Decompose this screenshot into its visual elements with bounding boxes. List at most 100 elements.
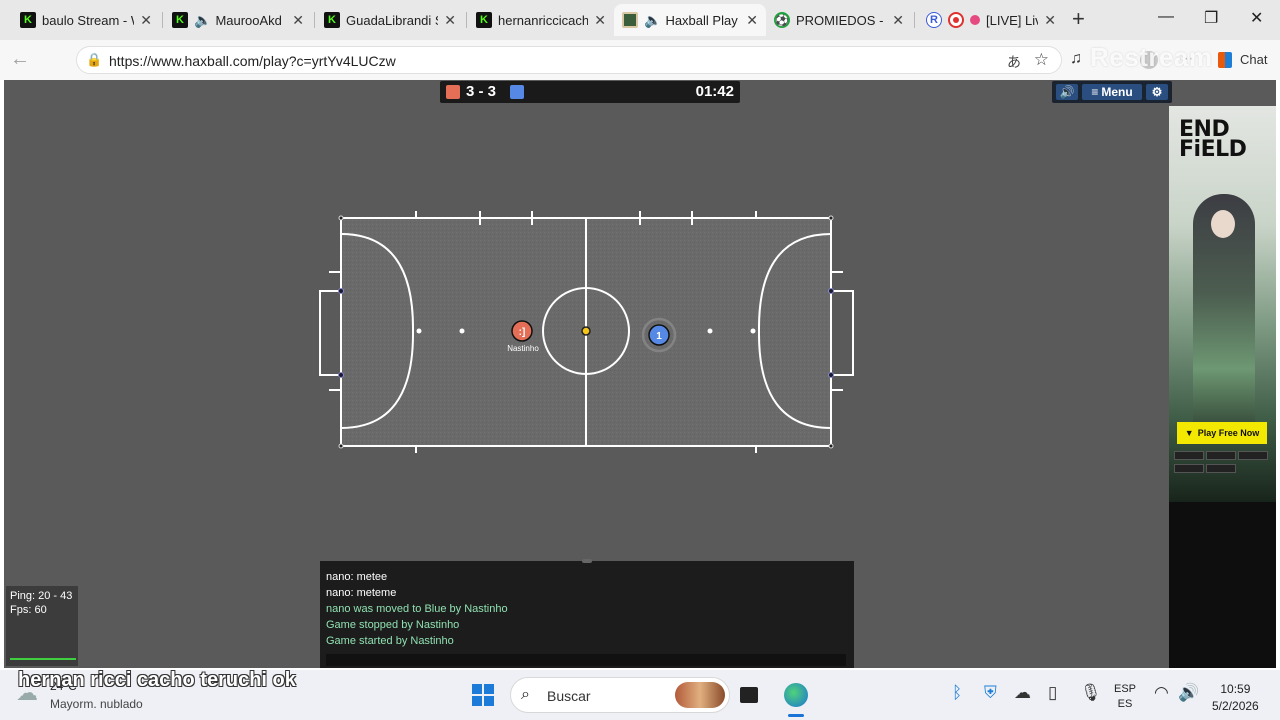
chat-system-message: Game stopped by Nastinho — [326, 619, 460, 631]
media-control-icon[interactable]: ♫ — [1070, 50, 1082, 68]
system-clock[interactable]: 10:59 5/2/2026 — [1212, 681, 1259, 715]
volume-icon[interactable]: 🔊 — [1178, 683, 1199, 703]
left-goal — [319, 290, 341, 376]
tab-title: baulo Stream - W — [42, 12, 135, 28]
play-arrow-icon: ▼ — [1184, 428, 1194, 438]
search-highlight-image — [675, 682, 725, 708]
goal-post — [828, 288, 834, 294]
score-text: 3 - 3 — [466, 83, 497, 100]
window-close-button[interactable]: ✕ — [1250, 8, 1263, 28]
close-icon[interactable]: ✕ — [746, 12, 758, 29]
advertisement-banner[interactable]: END FiELD ▼ Play Free Now — [1169, 106, 1276, 668]
speaker-icon[interactable]: 🔈 — [194, 12, 211, 29]
taskbar-search[interactable]: ⌕ Buscar — [510, 677, 730, 713]
input-language[interactable]: ESP ES — [1114, 682, 1136, 712]
hamburger-icon: ≡ — [1091, 85, 1099, 99]
playstation-badge[interactable] — [1238, 451, 1268, 460]
corner-mark — [338, 215, 344, 221]
wifi-icon[interactable]: ◠ — [1154, 683, 1169, 703]
red-team-swatch — [446, 85, 460, 99]
close-icon[interactable]: ✕ — [892, 12, 904, 29]
scoreboard: 3 - 3 01:42 — [440, 81, 740, 103]
restream-icon: R — [926, 12, 942, 28]
google-play-badge[interactable] — [1206, 451, 1236, 460]
task-view-icon[interactable] — [740, 687, 758, 703]
chat-input[interactable] — [326, 654, 846, 666]
restream-chat-icon[interactable] — [1218, 52, 1232, 68]
penalty-spot — [707, 328, 713, 334]
tab-title: hernanriccicachot — [498, 12, 589, 28]
edge-browser-icon[interactable] — [784, 683, 808, 707]
chat-label[interactable]: Chat — [1240, 52, 1267, 67]
record-icon — [948, 12, 964, 28]
menu-label: Menu — [1101, 85, 1133, 99]
ad-play-button[interactable]: ▼ Play Free Now — [1177, 422, 1267, 444]
game-viewport[interactable]: :] Nastinho 1 3 - 3 01:42 🔊 ≡ Menu ⚙ Ping… — [4, 80, 1276, 668]
site-info-icon[interactable]: 🔒 — [86, 52, 102, 68]
ping-graph — [10, 658, 76, 660]
penalty-spot — [750, 328, 756, 334]
microphone-icon[interactable]: 🎙 — [1080, 683, 1102, 703]
penalty-spot — [416, 328, 422, 334]
live-dot-icon — [970, 15, 980, 25]
minimize-button[interactable]: — — [1158, 8, 1174, 26]
close-icon[interactable]: ✕ — [594, 12, 606, 29]
blue-team-swatch — [510, 85, 524, 99]
close-icon[interactable]: ✕ — [140, 12, 152, 29]
windows-badge[interactable] — [1174, 464, 1204, 473]
close-icon[interactable]: ✕ — [444, 12, 456, 29]
restore-button[interactable]: ❐ — [1204, 8, 1218, 28]
goal-post — [338, 372, 344, 378]
browser-toolbar: ← 🔒 https://www.haxball.com/play?c=yrtYv… — [0, 40, 1280, 80]
red-player-avatar: :] — [519, 327, 526, 338]
corner-mark — [338, 443, 344, 449]
security-shield-icon[interactable]: ⛨ — [984, 683, 997, 703]
chat-resize-handle[interactable] — [582, 559, 592, 563]
tab-separator — [162, 12, 163, 28]
tab-title: Haxball Play — [665, 12, 738, 28]
windows-start-icon[interactable] — [472, 684, 494, 706]
chat-system-message: Game started by Nastinho — [326, 635, 454, 647]
url-text[interactable]: https://www.haxball.com/play?c=yrtYv4LUC… — [109, 53, 396, 69]
soccer-ball-icon: ⚽ — [774, 12, 790, 28]
speaker-icon[interactable]: 🔊 — [1056, 84, 1078, 100]
new-tab-button[interactable]: + — [1072, 6, 1085, 32]
tab-separator — [314, 12, 315, 28]
search-placeholder: Buscar — [547, 688, 591, 704]
tab-title: [LIVE] Liv — [986, 12, 1039, 28]
tab-live[interactable]: R [LIVE] Liv ✕ — [918, 4, 1064, 36]
speaker-icon[interactable]: 🔈 — [644, 12, 661, 29]
tab-guada[interactable]: K GuadaLibrandi St ✕ — [316, 4, 464, 36]
back-button[interactable]: ← — [10, 48, 30, 71]
bluetooth-icon[interactable]: ᛒ — [952, 683, 962, 703]
app-store-badge[interactable] — [1174, 451, 1204, 460]
tab-hernan[interactable]: K hernanriccicachot ✕ — [468, 4, 614, 36]
onedrive-cloud-icon[interactable]: ☁ — [1014, 683, 1031, 703]
tab-promiedos[interactable]: ⚽ PROMIEDOS - Fu ✕ — [766, 4, 912, 36]
close-icon[interactable]: ✕ — [1044, 12, 1056, 29]
translate-icon[interactable]: あ — [1007, 52, 1021, 72]
gear-icon[interactable]: ⚙ — [1146, 84, 1168, 100]
ad-character-face — [1211, 210, 1235, 238]
close-icon[interactable]: ✕ — [292, 12, 304, 29]
tab-mauroo[interactable]: K 🔈 MaurooAkd S ✕ — [164, 4, 312, 36]
tab-separator — [466, 12, 467, 28]
chat-system-message: nano was moved to Blue by Nastinho — [326, 603, 508, 615]
address-bar[interactable]: 🔒 https://www.haxball.com/play?c=yrtYv4L… — [76, 46, 1062, 74]
favorite-star-icon[interactable]: ☆ — [1034, 50, 1049, 70]
usb-drive-icon[interactable]: ▯ — [1048, 683, 1057, 703]
tab-baulo-stream[interactable]: K baulo Stream - W ✕ — [12, 4, 160, 36]
game-controls: 🔊 ≡ Menu ⚙ — [1052, 81, 1172, 103]
tab-title: GuadaLibrandi St — [346, 12, 439, 28]
tab-haxball[interactable]: 🔈 Haxball Play ✕ — [614, 4, 766, 36]
weather-description[interactable]: Mayorm. nublado — [50, 697, 143, 711]
kick-icon: K — [20, 12, 36, 28]
fps-text: Fps: 60 — [10, 604, 47, 616]
penalty-spot — [459, 328, 465, 334]
red-player-name: Nastinho — [507, 344, 539, 353]
kick-icon: K — [324, 12, 340, 28]
ping-text: Ping: 20 - 43 — [10, 590, 73, 602]
steam-badge[interactable] — [1206, 464, 1236, 473]
menu-button[interactable]: ≡ Menu — [1082, 84, 1142, 100]
ad-store-badges — [1173, 450, 1272, 476]
